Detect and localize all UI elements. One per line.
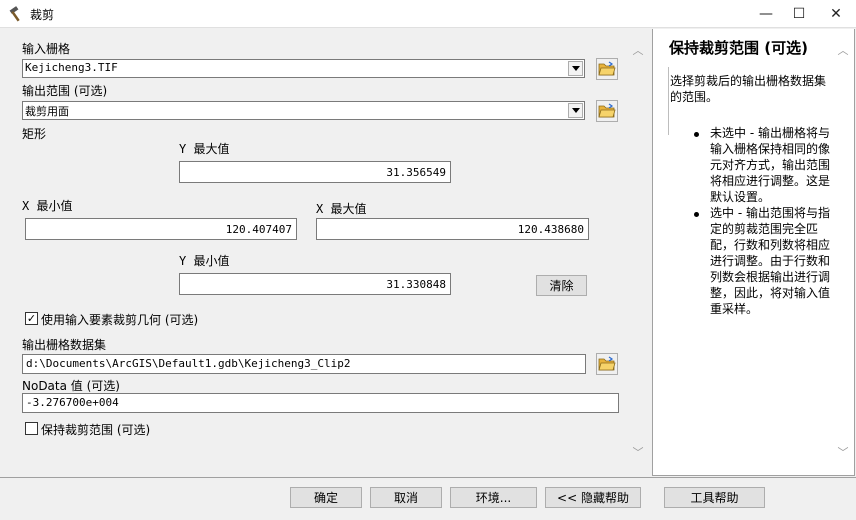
x-max-input[interactable]: 120.438680 [316,218,589,240]
help-title: 保持裁剪范围 (可选) [669,39,808,57]
open-folder-icon [598,103,616,118]
x-min-value: 120.407407 [225,223,292,236]
input-raster-label: 输入栅格 [22,42,71,56]
output-extent-label: 输出范围 (可选) [22,84,108,98]
y-max-value: 31.356549 [386,166,446,179]
y-min-input[interactable]: 31.330848 [179,273,451,295]
scroll-down-icon[interactable]: ﹀ [631,445,645,459]
help-scroll-up-icon[interactable]: ︿ [836,43,850,57]
check-icon: ✓ [26,312,37,325]
help-scroll-down-icon[interactable]: ﹀ [836,445,850,459]
use-features-label: 使用输入要素裁剪几何 (可选) [41,313,199,327]
input-raster-browse-button[interactable] [596,58,618,80]
output-dataset-input[interactable]: d:\Documents\ArcGIS\Default1.gdb\Kejiche… [22,354,586,374]
x-max-value: 120.438680 [517,223,584,236]
tool-help-button[interactable]: 工具帮助 [664,487,765,508]
help-bullet-checked: 选中 - 输出范围将与指定的剪裁范围完全匹配，行数和列数将相应进行调整。由于行数… [710,206,831,316]
chevron-down-icon[interactable] [568,103,583,118]
cancel-button[interactable]: 取消 [370,487,442,508]
environments-button[interactable]: 环境... [450,487,537,508]
input-raster-value: Kejicheng3.TIF [25,61,118,74]
output-extent-value: 裁剪用面 [25,105,69,118]
y-min-value: 31.330848 [386,278,446,291]
y-max-input[interactable]: 31.356549 [179,161,451,183]
maximize-button[interactable]: ☐ [779,0,819,28]
maintain-extent-checkbox[interactable] [25,422,38,435]
hammer-icon [8,5,26,23]
close-icon: ✕ [830,6,842,22]
help-intro: 选择剪裁后的输出栅格数据集的范围。 [670,74,827,104]
output-dataset-browse-button[interactable] [596,353,618,375]
nodata-value: -3.276700e+004 [26,396,119,409]
help-separator [668,67,669,135]
parameters-panel: 输入栅格 Kejicheng3.TIF 输出范围 (可选) 裁剪用面 矩形 Y … [0,29,648,476]
title-bar: 裁剪 — ☐ ✕ [0,0,856,28]
input-raster-combo[interactable]: Kejicheng3.TIF [22,59,585,78]
y-min-label: Y 最小值 [179,254,230,268]
window-title: 裁剪 [30,8,55,22]
output-extent-combo[interactable]: 裁剪用面 [22,101,585,120]
nodata-input[interactable]: -3.276700e+004 [22,393,619,413]
x-min-input[interactable]: 120.407407 [25,218,297,240]
clear-button[interactable]: 清除 [536,275,587,296]
output-dataset-label: 输出栅格数据集 [22,338,107,352]
bullet-dot [694,212,699,217]
help-bullet-unchecked: 未选中 - 输出栅格将与输入栅格保持相同的像元对齐方式，输出范围将相应进行调整。… [710,126,831,204]
use-features-checkbox[interactable]: ✓ [25,312,38,325]
close-button[interactable]: ✕ [816,0,856,28]
open-folder-icon [598,61,616,76]
ok-button[interactable]: 确定 [290,487,362,508]
scroll-up-icon[interactable]: ︿ [631,43,645,57]
rectangle-label: 矩形 [22,127,47,141]
minimize-icon: — [759,6,773,22]
open-folder-icon [598,356,616,371]
output-dataset-value: d:\Documents\ArcGIS\Default1.gdb\Kejiche… [26,357,351,370]
help-panel: 保持裁剪范围 (可选) 选择剪裁后的输出栅格数据集的范围。 未选中 - 输出栅格… [652,29,855,476]
button-bar: 确定 取消 环境... << 隐藏帮助 工具帮助 [0,477,856,520]
maximize-icon: ☐ [792,6,806,22]
x-min-label: X 最小值 [22,199,73,213]
bullet-dot [694,132,699,137]
x-max-label: X 最大值 [316,202,367,216]
hide-help-button[interactable]: << 隐藏帮助 [545,487,641,508]
nodata-label: NoData 值 (可选) [22,379,120,393]
maintain-extent-label: 保持裁剪范围 (可选) [41,423,151,437]
output-extent-browse-button[interactable] [596,100,618,122]
chevron-down-icon[interactable] [568,61,583,76]
y-max-label: Y 最大值 [179,142,230,156]
